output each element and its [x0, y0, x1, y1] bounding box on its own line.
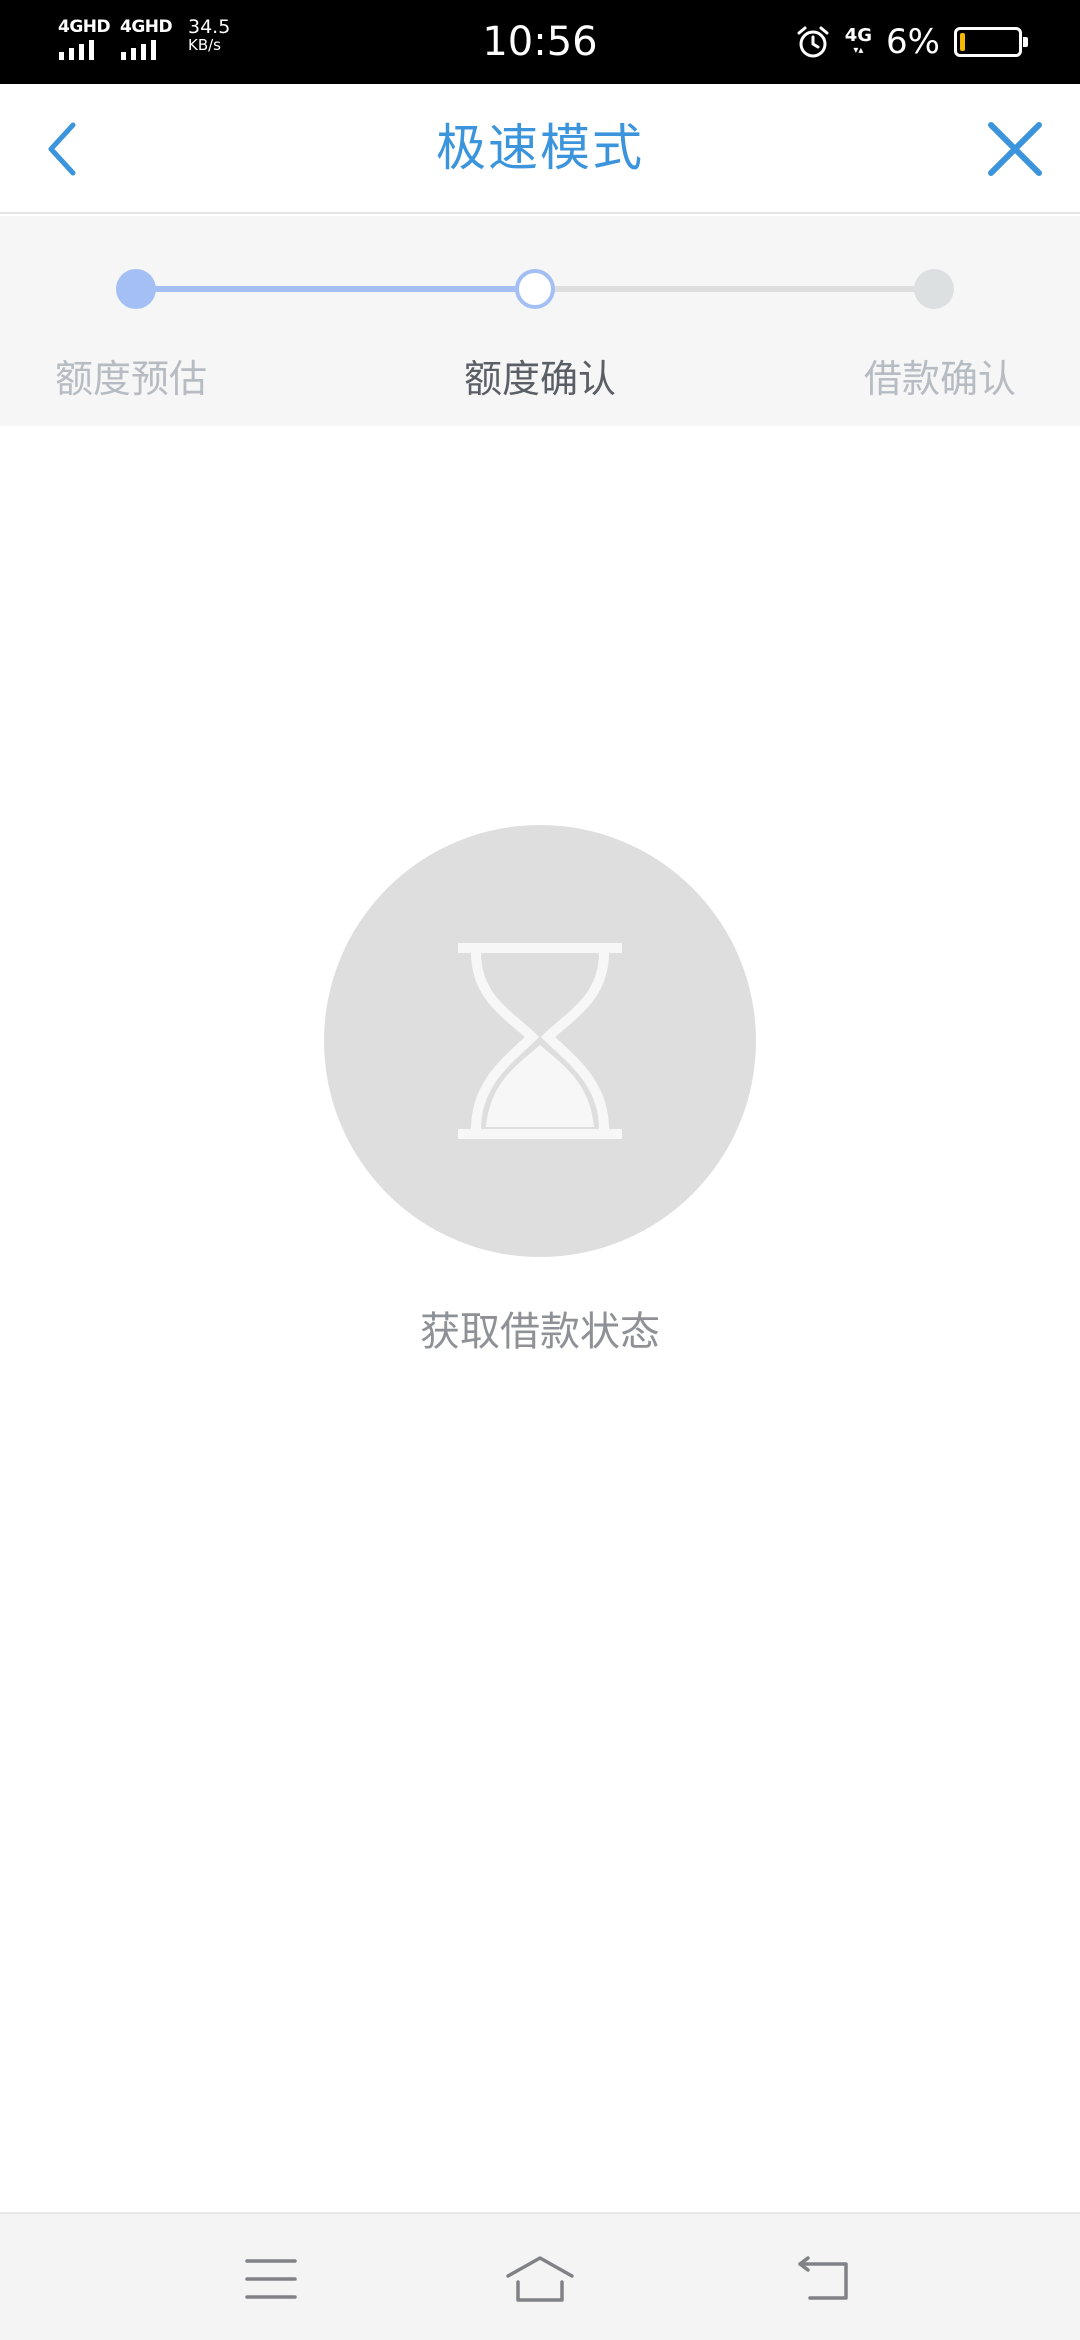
step-dot-3 — [914, 269, 954, 309]
nav-back-button[interactable] — [784, 2244, 864, 2314]
mobile-data-label: 4G — [844, 25, 873, 46]
close-icon — [988, 122, 1042, 176]
step-track-pending — [536, 286, 934, 292]
loading-indicator — [324, 825, 756, 1257]
step-label-3: 借款确认 — [863, 357, 1016, 401]
status-bar: 4GHD 4GHD 34.5 KB/s 10:56 4G ▾▴ 6% — [0, 0, 1080, 84]
mobile-data-indicator: 4G ▾▴ — [845, 27, 872, 57]
loading-status-text: 获取借款状态 — [420, 1309, 660, 1355]
close-button[interactable] — [980, 114, 1050, 184]
home-icon — [506, 2256, 574, 2302]
nav-home-button[interactable] — [500, 2244, 580, 2314]
battery-fill — [960, 33, 965, 51]
data-arrows-icon: ▾▴ — [853, 45, 864, 56]
menu-icon — [245, 2259, 297, 2299]
battery-percent: 6% — [886, 22, 940, 62]
progress-steps: 额度预估 额度确认 借款确认 — [0, 216, 1080, 426]
step-dot-1 — [116, 269, 156, 309]
nav-menu-button[interactable] — [231, 2244, 311, 2314]
battery-icon — [954, 27, 1028, 57]
back-icon — [798, 2256, 848, 2300]
alarm-icon — [797, 26, 829, 58]
status-right: 4G ▾▴ 6% — [795, 18, 1028, 66]
step-dot-2 — [515, 269, 555, 309]
step-track-completed — [136, 286, 536, 292]
system-nav-bar — [0, 2212, 1080, 2340]
app-header: 极速模式 — [0, 84, 1080, 214]
page-title: 极速模式 — [436, 119, 644, 177]
hourglass-icon — [458, 943, 622, 1139]
